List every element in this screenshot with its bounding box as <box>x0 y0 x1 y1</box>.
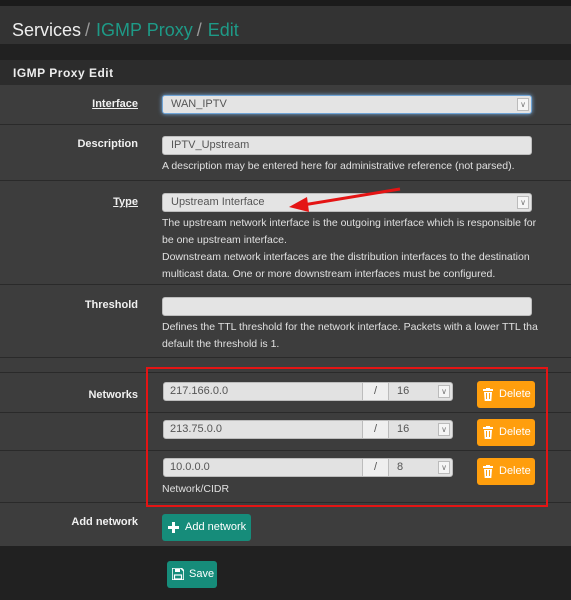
interface-select[interactable]: WAN_IPTV ∨ <box>162 95 532 114</box>
networks-highlight-box <box>146 367 548 507</box>
description-input[interactable]: IPTV_Upstream <box>162 136 532 155</box>
type-help-2: be one upstream interface. <box>162 234 287 246</box>
type-help-3: Downstream network interfaces are the di… <box>162 251 530 263</box>
description-label: Description <box>77 138 138 150</box>
floppy-disk-icon <box>172 568 184 580</box>
threshold-help-2: default the threshold is 1. <box>162 338 280 350</box>
type-value: Upstream Interface <box>171 196 265 208</box>
type-help-1: The upstream network interface is the ou… <box>162 217 537 229</box>
chevron-down-icon: ∨ <box>517 98 529 111</box>
plus-icon <box>168 522 179 533</box>
description-help: A description may be entered here for ad… <box>162 160 515 172</box>
breadcrumb-edit[interactable]: Edit <box>208 20 239 40</box>
add-network-button[interactable]: Add network <box>162 514 251 541</box>
interface-label: Interface <box>92 98 138 110</box>
add-network-label-text: Add network <box>185 521 247 533</box>
chevron-down-icon: ∨ <box>517 196 529 209</box>
save-button[interactable]: Save <box>167 561 217 588</box>
add-network-label: Add network <box>71 516 138 528</box>
breadcrumb-separator: / <box>196 20 202 40</box>
interface-row: Interface WAN_IPTV ∨ <box>0 85 571 125</box>
breadcrumb-separator: / <box>85 20 91 40</box>
panel-title: IGMP Proxy Edit <box>13 66 114 80</box>
threshold-help-1: Defines the TTL threshold for the networ… <box>162 321 538 333</box>
panel-heading: IGMP Proxy Edit <box>0 60 571 85</box>
threshold-row: Threshold Defines the TTL threshold for … <box>0 286 571 358</box>
page-header: Services / IGMP Proxy / Edit <box>0 6 571 44</box>
networks-label: Networks <box>88 389 138 401</box>
type-label: Type <box>113 196 138 208</box>
interface-value: WAN_IPTV <box>171 98 227 110</box>
threshold-input[interactable] <box>162 297 532 316</box>
description-value: IPTV_Upstream <box>171 139 250 151</box>
breadcrumb-services: Services <box>12 20 82 40</box>
type-help-4: multicast data. One or more downstream i… <box>162 268 496 280</box>
threshold-label: Threshold <box>84 299 138 311</box>
breadcrumb-igmp-proxy[interactable]: IGMP Proxy <box>96 20 193 40</box>
breadcrumb: Services / IGMP Proxy / Edit <box>12 19 239 41</box>
description-row: Description IPTV_Upstream A description … <box>0 126 571 181</box>
annotation-arrow-icon <box>289 187 401 212</box>
save-label: Save <box>189 568 215 580</box>
